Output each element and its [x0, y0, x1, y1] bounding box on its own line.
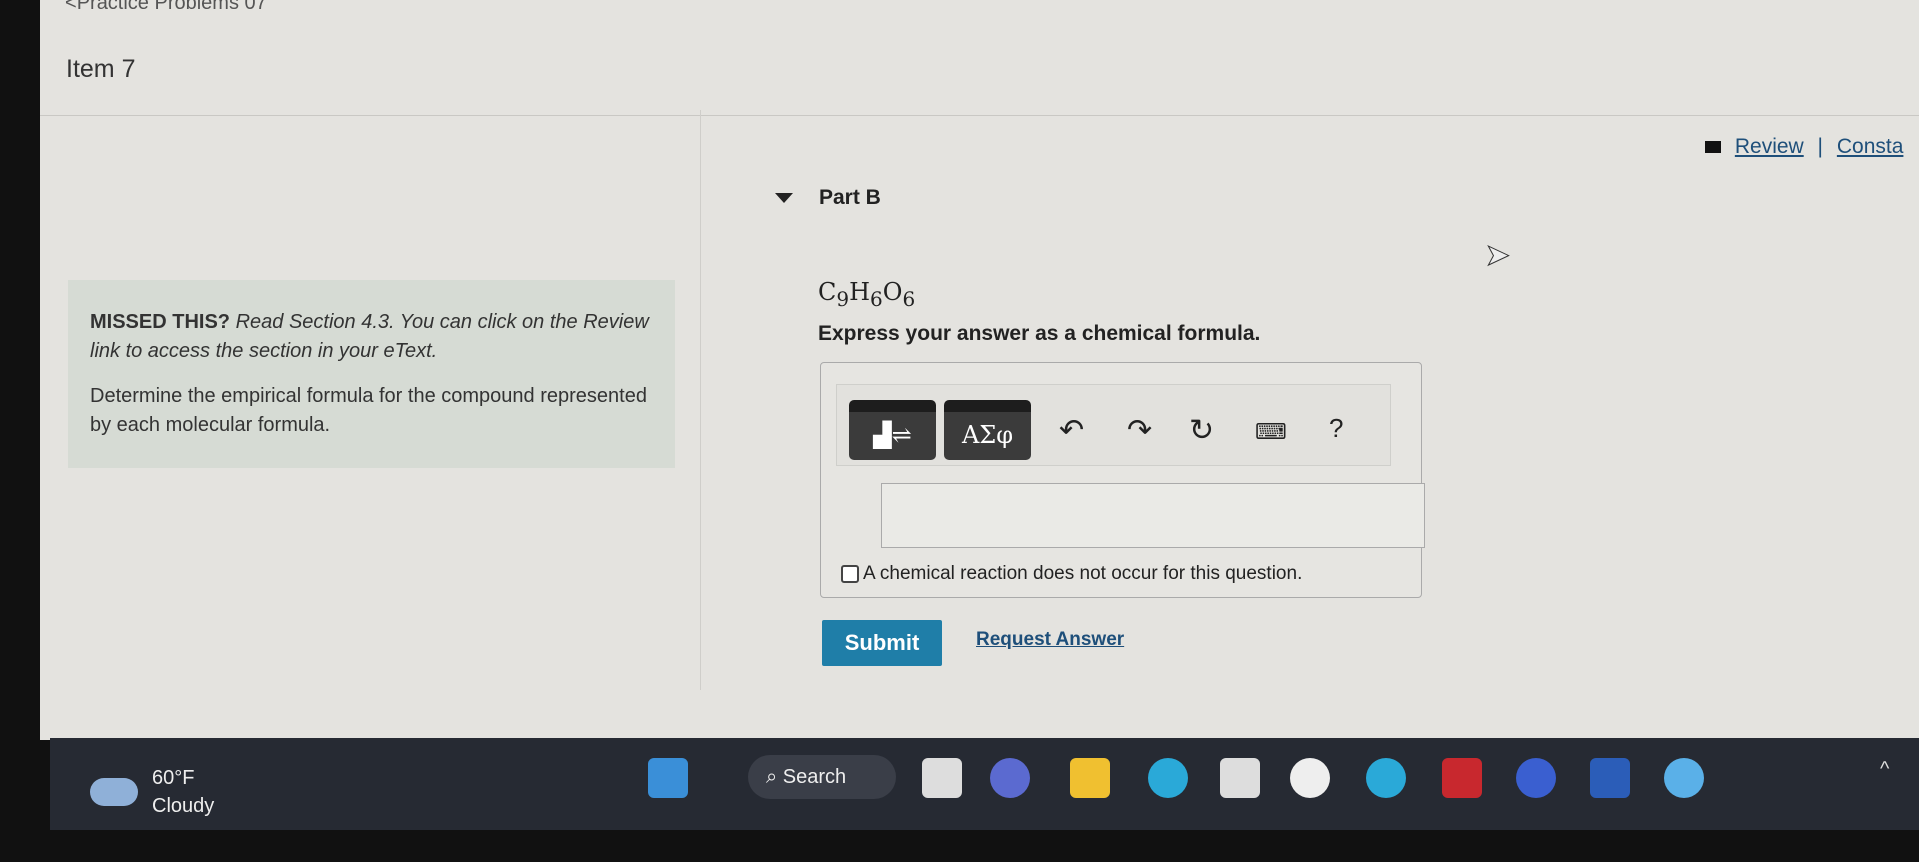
- instructions: Determine the empirical formula for the …: [90, 385, 647, 436]
- taskbar: 60°F Cloudy ⌕ Search ^: [50, 738, 1919, 830]
- task-view-icon[interactable]: [922, 758, 962, 798]
- no-reaction-checkbox[interactable]: A chemical reaction does not occur for t…: [841, 563, 1302, 585]
- app-icon[interactable]: [1290, 758, 1330, 798]
- divider: [700, 110, 701, 690]
- cloud-icon: [90, 778, 138, 806]
- weather-widget[interactable]: 60°F Cloudy: [90, 764, 214, 820]
- submit-button[interactable]: Submit: [822, 620, 942, 666]
- mouse-cursor-icon: ➤: [1484, 239, 1511, 273]
- help-button[interactable]: ?: [1329, 413, 1343, 444]
- redo-icon[interactable]: ↷: [1127, 413, 1152, 448]
- file-explorer-icon[interactable]: [1070, 758, 1110, 798]
- templates-button[interactable]: ▟⇌: [849, 400, 936, 460]
- no-reaction-label: A chemical reaction does not occur for t…: [863, 563, 1303, 584]
- undo-icon[interactable]: ↶: [1059, 413, 1084, 448]
- molecular-formula: C9H6O6: [818, 278, 916, 311]
- taskbar-search[interactable]: ⌕ Search: [748, 755, 896, 799]
- store-icon[interactable]: [1220, 758, 1260, 798]
- browser-page: <Practice Problems 07 Item 7 MISSED THIS…: [40, 0, 1919, 740]
- chat-icon[interactable]: [990, 758, 1030, 798]
- book-icon: [1705, 141, 1721, 153]
- word-icon[interactable]: [1590, 758, 1630, 798]
- part-title: Part B: [819, 186, 881, 209]
- weather-condition: Cloudy: [152, 795, 215, 817]
- app-icon[interactable]: [1516, 758, 1556, 798]
- tips-icon[interactable]: [1664, 758, 1704, 798]
- review-link[interactable]: Review: [1735, 135, 1804, 158]
- keyboard-icon[interactable]: ⌨: [1255, 419, 1287, 445]
- problem-intro: MISSED THIS? Read Section 4.3. You can c…: [68, 280, 675, 468]
- help-app-icon[interactable]: [1366, 758, 1406, 798]
- separator: |: [1817, 135, 1824, 158]
- collapse-triangle-icon[interactable]: [775, 193, 793, 204]
- checkbox[interactable]: [841, 565, 859, 583]
- symbols-button[interactable]: ΑΣφ: [944, 400, 1031, 460]
- divider: [40, 115, 1919, 116]
- answer-input[interactable]: [881, 483, 1425, 548]
- templates-icon: ▟⇌: [873, 421, 912, 449]
- reset-icon[interactable]: ↻: [1189, 413, 1214, 448]
- formula-toolbar: ▟⇌ ΑΣφ ↶ ↷ ↻ ⌨ ?: [836, 384, 1391, 466]
- back-label: Practice Problems 07: [76, 0, 267, 14]
- edge-icon[interactable]: [1148, 758, 1188, 798]
- temperature: 60°F: [152, 767, 195, 789]
- back-link[interactable]: <Practice Problems 07: [65, 0, 267, 15]
- chevron-up-icon[interactable]: ^: [1880, 758, 1889, 781]
- part-b-header[interactable]: Part B: [775, 186, 881, 210]
- missed-label: MISSED THIS?: [90, 311, 231, 333]
- search-icon: ⌕: [766, 766, 783, 788]
- resource-links: Review | Consta: [1705, 135, 1903, 159]
- item-title: Item 7: [66, 55, 136, 83]
- answer-box: ▟⇌ ΑΣφ ↶ ↷ ↻ ⌨ ? A chemical reaction doe…: [820, 362, 1425, 598]
- mcafee-icon[interactable]: [1442, 758, 1482, 798]
- constants-link[interactable]: Consta: [1837, 135, 1904, 158]
- search-label: Search: [782, 766, 847, 788]
- request-answer-link[interactable]: Request Answer: [976, 629, 1124, 651]
- answer-prompt: Express your answer as a chemical formul…: [818, 322, 1261, 345]
- windows-start-icon[interactable]: [648, 758, 688, 798]
